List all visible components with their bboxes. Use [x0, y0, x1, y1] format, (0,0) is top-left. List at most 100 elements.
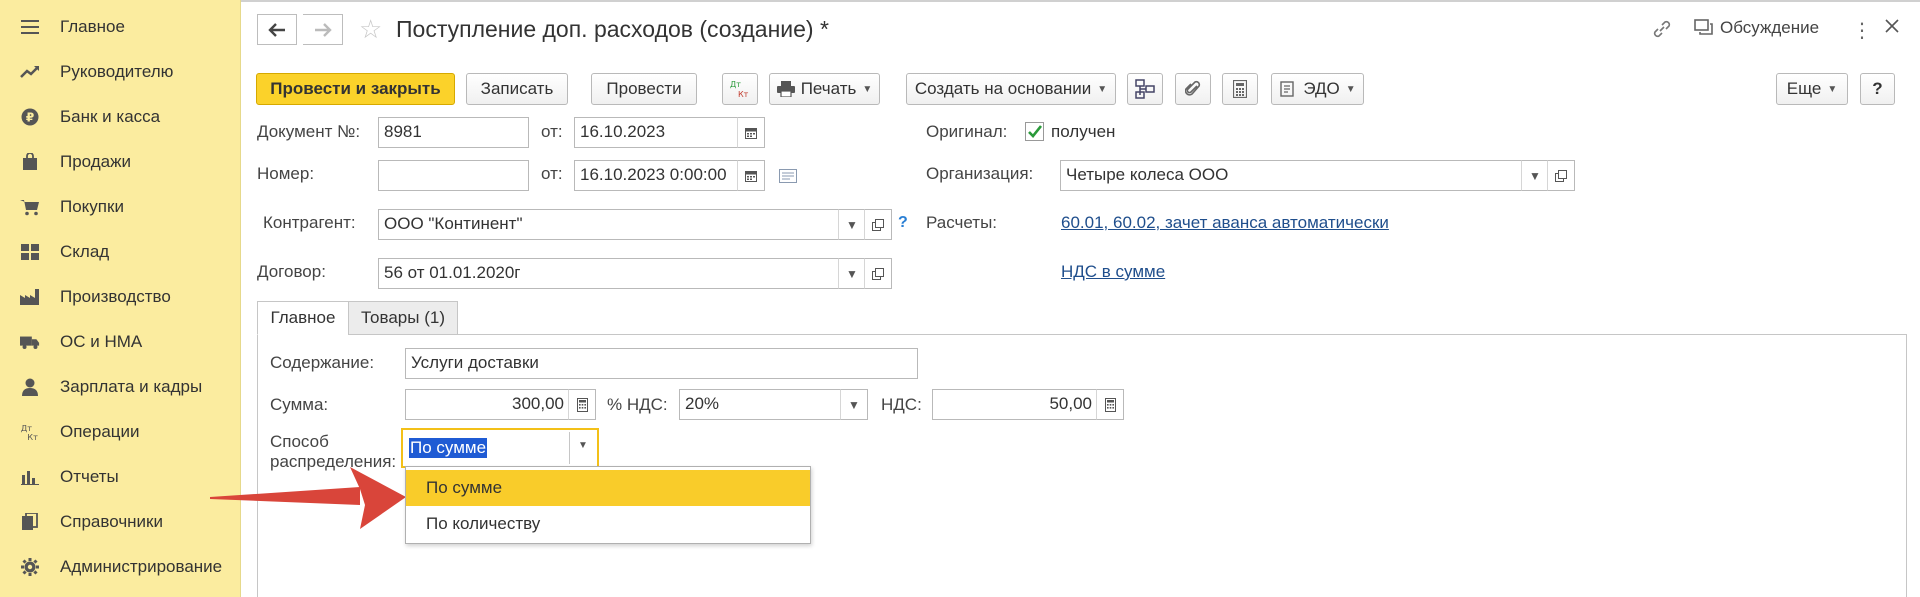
vat-rate-dropdown-button[interactable]: ▼ [840, 389, 868, 420]
sidebar-item-label: Администрирование [60, 556, 223, 576]
number-date-field[interactable]: 16.10.2023 0:00:00 [574, 160, 739, 191]
factory-icon [20, 287, 40, 307]
contract-open-button[interactable] [864, 258, 892, 289]
tab-goods[interactable]: Товары (1) [348, 301, 458, 335]
sidebar-item-reports[interactable]: Отчеты [0, 454, 241, 499]
organization-open-button[interactable] [1547, 160, 1575, 191]
sidebar-item-label: ОС и НМА [60, 331, 143, 351]
vat-field[interactable]: 50,00 [932, 389, 1098, 420]
more-vert-icon[interactable]: ⋮ [1852, 18, 1872, 43]
svg-text:Кт: Кт [738, 90, 749, 99]
sidebar-item-label: Покупки [60, 196, 124, 216]
link-icon[interactable] [1651, 18, 1673, 40]
vat-rate-field[interactable]: 20% [679, 389, 842, 420]
ruble-coin-icon: ₽ [20, 107, 40, 127]
chat-icon [1694, 19, 1713, 35]
contractor-label: Контрагент: [263, 213, 356, 232]
sidebar-item-label: Главное [60, 16, 125, 36]
sidebar-item-warehouse[interactable]: Склад [0, 229, 241, 274]
discussion-button[interactable]: Обсуждение [1694, 18, 1819, 38]
distribution-select[interactable]: По сумме ▼ [401, 428, 599, 468]
contract-field[interactable]: 56 от 01.01.2020г [378, 258, 840, 289]
contract-dropdown-button[interactable]: ▼ [838, 258, 866, 289]
sidebar-item-main[interactable]: Главное [0, 4, 241, 49]
settlements-link[interactable]: 60.01, 60.02, зачет аванса автоматически [1061, 213, 1389, 233]
sidebar-item-bank[interactable]: ₽ Банк и касса [0, 94, 241, 139]
save-button[interactable]: Записать [466, 73, 568, 105]
sidebar-item-production[interactable]: Производство [0, 274, 241, 319]
arrow-left-icon [268, 22, 285, 37]
original-checkbox[interactable] [1025, 122, 1044, 141]
more-button[interactable]: Еще ▼ [1776, 73, 1848, 105]
post-and-close-button[interactable]: Провести и закрыть [256, 73, 455, 105]
favorite-star-icon[interactable]: ☆ [359, 15, 382, 43]
sidebar-item-label: Зарплата и кадры [60, 376, 203, 396]
sidebar-item-purchases[interactable]: Покупки [0, 184, 241, 229]
sidebar-item-salary[interactable]: Зарплата и кадры [0, 364, 241, 409]
calculator-button[interactable] [1222, 73, 1258, 105]
organization-field[interactable]: Четыре колеса ООО [1060, 160, 1523, 191]
chevron-down-icon: ▼ [846, 217, 858, 232]
calendar-icon [745, 170, 757, 182]
close-icon[interactable] [1884, 18, 1900, 34]
content-field[interactable]: Услуги доставки [405, 348, 918, 379]
post-button[interactable]: Провести [591, 73, 697, 105]
vat-rate-label: % НДС: [607, 395, 668, 414]
more-label: Еще [1786, 79, 1822, 98]
sidebar-item-admin[interactable]: Администрирование [0, 544, 241, 589]
chevron-down-icon: ▼ [1097, 83, 1108, 95]
forward-button[interactable] [303, 14, 343, 45]
edo-button[interactable]: ЭДО ▼ [1271, 73, 1364, 105]
doc-number-label: Документ №: [257, 122, 361, 141]
structure-button[interactable] [1127, 73, 1163, 105]
settlements-label: Расчеты: [926, 213, 998, 232]
back-button[interactable] [257, 14, 297, 45]
from-label: от: [541, 122, 563, 141]
print-button[interactable]: Печать ▼ [769, 73, 880, 105]
attach-button[interactable] [1175, 73, 1211, 105]
dropdown-option-by-quantity[interactable]: По количеству [406, 506, 810, 542]
help-question-icon[interactable]: ? [898, 214, 908, 232]
discussion-label: Обсуждение [1720, 18, 1820, 37]
hierarchy-icon [1135, 79, 1155, 99]
svg-text:Кт: Кт [27, 432, 38, 442]
contractor-open-button[interactable] [864, 209, 892, 240]
warehouse-grid-icon [20, 242, 40, 262]
vat-calculator-button[interactable] [1096, 389, 1124, 420]
vat-label: НДС: [881, 395, 922, 414]
sidebar-item-manager[interactable]: Руководителю [0, 49, 241, 94]
number-field[interactable] [378, 160, 529, 191]
contractor-dropdown-button[interactable]: ▼ [838, 209, 866, 240]
paperclip-icon [1185, 80, 1201, 96]
dropdown-option-by-sum[interactable]: По сумме [406, 470, 810, 506]
doc-date-field[interactable]: 16.10.2023 [574, 117, 739, 148]
calendar-button[interactable] [737, 117, 765, 148]
sidebar-item-catalogs[interactable]: Справочники [0, 499, 241, 544]
doc-number-field[interactable]: 8981 [378, 117, 529, 148]
open-form-icon [872, 267, 884, 280]
comment-icon[interactable] [779, 169, 797, 183]
vat-in-sum-link[interactable]: НДС в сумме [1061, 262, 1165, 282]
dt-kt-button[interactable]: Дт Кт [722, 73, 758, 105]
sum-field[interactable]: 300,00 [405, 389, 570, 420]
organization-dropdown-button[interactable]: ▼ [1521, 160, 1549, 191]
distribution-dropdown-list: По сумме По количеству [405, 466, 811, 544]
sidebar-item-operations[interactable]: Дт Кт Операции [0, 409, 241, 454]
original-label: Оригинал: [926, 122, 1008, 141]
sidebar-item-sales[interactable]: Продажи [0, 139, 241, 184]
tab-main[interactable]: Главное [257, 301, 349, 335]
create-based-on-button[interactable]: Создать на основании ▼ [906, 73, 1116, 105]
calendar-button[interactable] [737, 160, 765, 191]
sum-calculator-button[interactable] [568, 389, 596, 420]
cart-icon [20, 197, 40, 217]
chevron-down-icon: ▼ [848, 397, 860, 412]
original-value: получен [1051, 122, 1116, 141]
help-button[interactable]: ? [1860, 73, 1895, 105]
chevron-down-icon[interactable]: ▼ [578, 440, 588, 451]
chevron-down-icon: ▼ [1529, 168, 1541, 183]
trend-icon [20, 62, 40, 82]
contractor-field[interactable]: ООО "Континент" [378, 209, 840, 240]
number-label: Номер: [257, 164, 315, 183]
checkmark-icon [1028, 125, 1043, 138]
sidebar-item-fixed-assets[interactable]: ОС и НМА [0, 319, 241, 364]
